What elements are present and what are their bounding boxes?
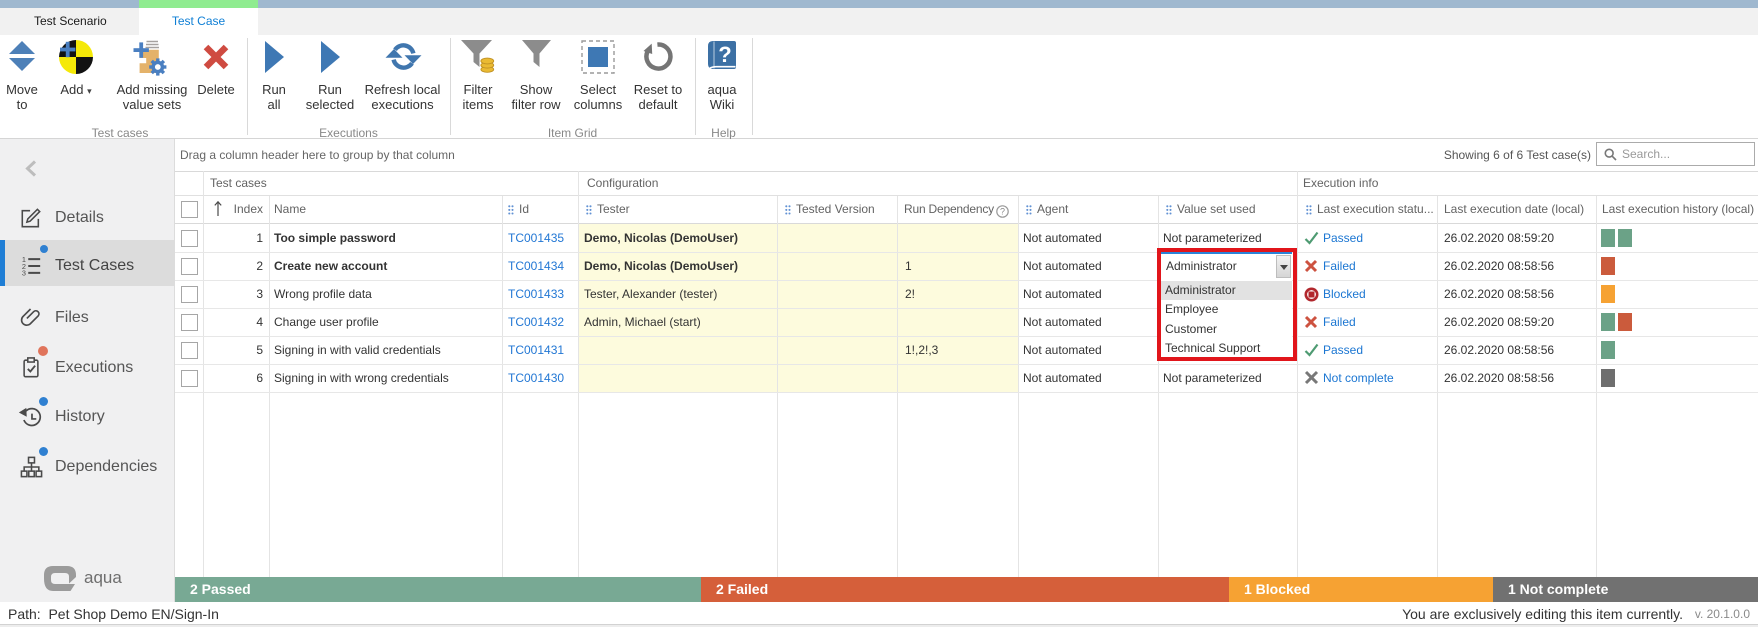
svg-text:?: ? xyxy=(718,42,731,67)
svg-text:?: ? xyxy=(1000,207,1005,217)
svg-text:3: 3 xyxy=(22,269,26,277)
